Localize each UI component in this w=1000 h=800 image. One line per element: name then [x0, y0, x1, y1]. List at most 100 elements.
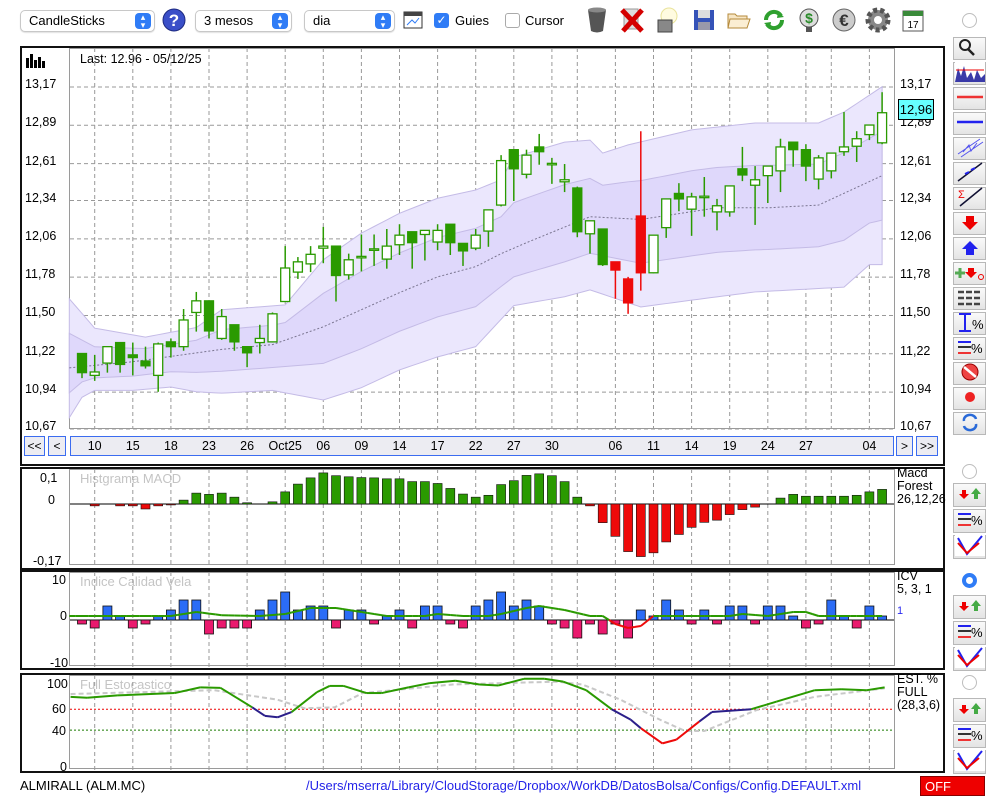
macd-plot-area[interactable]: [69, 469, 895, 565]
channel-button[interactable]: [953, 137, 986, 160]
cross-lines-button[interactable]: [953, 535, 986, 559]
date-tick-label: 30: [544, 439, 559, 453]
date-tick-label: 26: [240, 439, 255, 453]
connection-status-badge[interactable]: OFF: [920, 776, 985, 796]
cross-lines-icon: [954, 750, 985, 774]
gear-icon[interactable]: [864, 6, 892, 34]
sync-icon: [955, 412, 985, 436]
guides-label: Guies: [455, 13, 489, 28]
price-tick-right: 12,61: [900, 153, 932, 168]
price-tick-right: 12,06: [900, 228, 932, 243]
lines-percent-button[interactable]: %: [953, 724, 986, 748]
price-tick-right: 11,22: [900, 343, 931, 358]
date-tick-label: 27: [798, 439, 813, 453]
euro-icon[interactable]: €: [830, 6, 858, 34]
sell-arrow-button[interactable]: [953, 212, 986, 235]
trendline-button[interactable]: [953, 161, 986, 185]
guides-checkbox[interactable]: ✓: [434, 13, 449, 28]
lines-percent-button[interactable]: %: [953, 337, 986, 360]
date-tick-label: 09: [354, 439, 369, 453]
lines-percent-icon: %: [955, 621, 985, 645]
dashed-lines-button[interactable]: [953, 287, 986, 310]
macd-radio[interactable]: [962, 464, 977, 479]
lamp-icon[interactable]: [653, 6, 681, 34]
cursor-checkbox[interactable]: [505, 13, 520, 28]
blue-line-button[interactable]: [953, 112, 986, 135]
cross-lines-button[interactable]: [953, 750, 986, 774]
icv-legend-line: 5, 3, 1: [897, 582, 932, 596]
lines-percent-button[interactable]: %: [953, 621, 986, 645]
macd-legend: Macd Forest 26,12,26: [897, 467, 946, 506]
trash-icon[interactable]: [583, 6, 611, 34]
sell-arrow-icon: [955, 212, 985, 236]
red-line-button[interactable]: [953, 87, 986, 110]
help-icon[interactable]: ?: [161, 6, 187, 34]
signals-icon: [955, 595, 985, 619]
lines-percent-button[interactable]: %: [953, 509, 986, 533]
svg-text:€: €: [839, 11, 849, 30]
recycle-dollar-icon[interactable]: $: [795, 6, 823, 34]
icv-legend-value: 1: [897, 605, 904, 617]
signals-button[interactable]: [953, 595, 986, 619]
volume-profile-button[interactable]: [953, 61, 986, 85]
price-plot-area[interactable]: [69, 48, 895, 429]
chart-type-value: CandleSticks: [29, 13, 105, 28]
nav-prev-button[interactable]: <: [48, 436, 66, 456]
bar-chart-icon[interactable]: [26, 54, 46, 71]
sum-trendline-icon: Σ: [955, 186, 985, 211]
stochastic-radio[interactable]: [962, 675, 977, 690]
price-tick-left: 12,34: [25, 190, 57, 205]
signals-icon: [955, 698, 985, 722]
date-tick-label: Oct25: [268, 439, 302, 453]
signals-icon: [955, 483, 985, 507]
icv-radio[interactable]: [962, 573, 977, 588]
chevron-updown-icon: ▴ ▾: [272, 13, 288, 30]
config-path-link[interactable]: /Users/mserra/Library/CloudStorage/Dropb…: [306, 778, 861, 793]
zoom-button[interactable]: [953, 37, 986, 60]
signals-button[interactable]: [953, 483, 986, 507]
chevron-updown-icon: ▴ ▾: [375, 13, 391, 30]
period-select[interactable]: 3 mesos ▴ ▾: [195, 10, 292, 32]
date-tick-label: 14: [392, 439, 407, 453]
lines-percent-icon: %: [955, 509, 985, 533]
calendar-icon[interactable]: 17: [899, 6, 927, 34]
stochastic-plot-area[interactable]: [69, 675, 895, 769]
nav-first-button[interactable]: <<: [24, 436, 45, 456]
sync-button[interactable]: [953, 412, 986, 435]
no-entry-button[interactable]: [953, 362, 986, 385]
svg-text:%: %: [971, 341, 983, 356]
range-percent-button[interactable]: %: [953, 312, 986, 335]
folder-icon[interactable]: [725, 6, 753, 34]
date-tick-label: 23: [202, 439, 216, 453]
save-icon[interactable]: [690, 6, 718, 34]
icv-tick: -10: [50, 656, 69, 670]
nav-next-button[interactable]: >: [896, 436, 913, 456]
record-button[interactable]: [953, 387, 986, 410]
price-tick-left: 10,94: [25, 382, 57, 397]
nav-last-button[interactable]: >>: [916, 436, 938, 456]
red-line-icon: [955, 87, 985, 111]
cursor-label: Cursor: [525, 13, 565, 28]
buy-arrow-icon: [955, 237, 985, 261]
chart-window-icon[interactable]: [402, 6, 424, 34]
signals-button[interactable]: [953, 698, 986, 722]
icv-plot-area[interactable]: [69, 572, 895, 666]
icv-tick: 0: [60, 609, 67, 623]
cross-lines-button[interactable]: [953, 647, 986, 671]
macd-legend-line: 26,12,26: [897, 492, 946, 506]
delete-icon[interactable]: [618, 6, 646, 34]
date-tick-label: 06: [316, 439, 331, 453]
main-chart-radio[interactable]: [962, 13, 977, 28]
interval-value: dia: [313, 13, 331, 28]
price-tick-left: 12,61: [25, 153, 57, 168]
interval-select[interactable]: dia ▴ ▾: [304, 10, 395, 32]
date-tick-label: 17: [430, 439, 445, 453]
svg-text:%: %: [972, 317, 984, 332]
icv-legend: ICV 5, 3, 11: [897, 570, 932, 618]
refresh-icon[interactable]: [760, 6, 788, 34]
sum-trendline-button[interactable]: Σ: [953, 186, 986, 211]
chart-type-select[interactable]: CandleSticks ▴ ▾: [20, 10, 155, 32]
add-signal-button[interactable]: [953, 262, 986, 285]
buy-arrow-button[interactable]: [953, 237, 986, 260]
no-entry-icon: [955, 362, 985, 386]
